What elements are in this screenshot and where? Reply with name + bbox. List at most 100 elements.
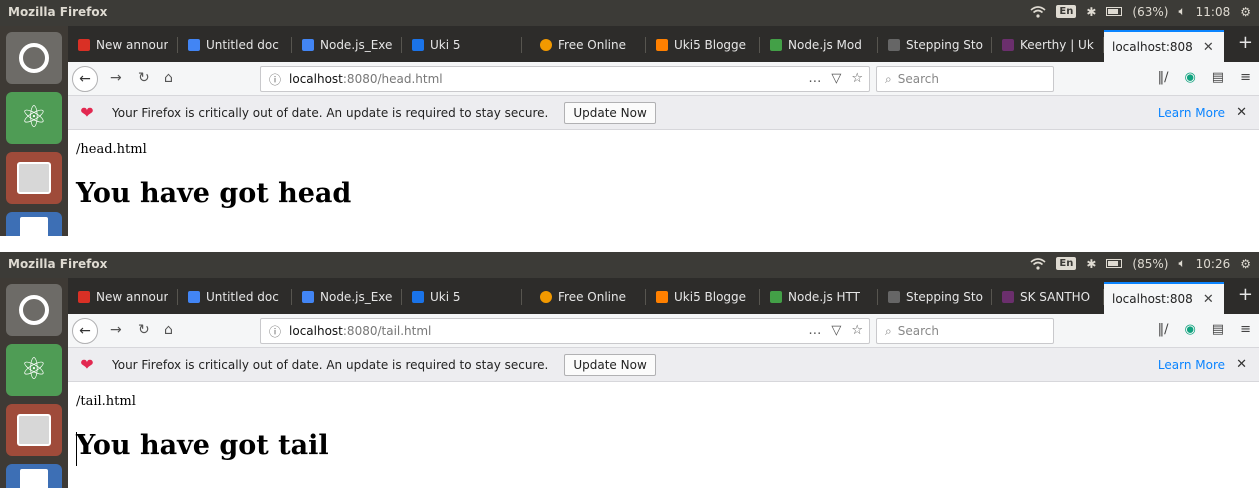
url-host: localhost (289, 324, 343, 338)
page-path-text: /head.html (76, 142, 147, 157)
tab-localhost-active[interactable]: localhost:808 ✕ (1104, 282, 1224, 314)
tab-localhost-active[interactable]: localhost:808 ✕ (1104, 30, 1224, 62)
hamburger-menu-icon[interactable]: ≡ (1240, 322, 1251, 337)
url-path: :8080/head.html (342, 72, 443, 86)
page-content: /head.html You have got head (68, 130, 1259, 236)
close-notification-icon[interactable]: ✕ (1236, 357, 1247, 372)
url-bar[interactable]: ⓘ localhost:8080/tail.html … ▽ ☆ (260, 318, 870, 344)
battery-icon[interactable] (1106, 7, 1123, 16)
docs-icon (188, 291, 200, 303)
tab-gmail[interactable]: New annour (70, 282, 178, 312)
search-input[interactable]: ⌕ Search (876, 318, 1054, 344)
tab-uki5-blogger[interactable]: Uki5 Blogge (648, 30, 760, 60)
unity-launcher: ⚛ (0, 278, 68, 488)
close-tab-icon[interactable]: ✕ (1203, 292, 1214, 307)
learn-more-link[interactable]: Learn More (1158, 358, 1225, 372)
bluetooth-icon[interactable]: ✱ (1086, 257, 1096, 271)
tab-strip: New annour Untitled doc Node.js_Exe Uki … (68, 26, 1259, 62)
tab-untitled-doc[interactable]: Untitled doc (180, 30, 292, 60)
settings-gear-icon[interactable]: ⚙ (1240, 5, 1251, 19)
tab-uki5[interactable]: Uki 5 (404, 282, 522, 312)
nav-bar: ← → ↻ ⌂ ⓘ localhost:8080/head.html … ▽ ☆… (68, 62, 1259, 96)
back-arrow-icon[interactable]: ← (72, 318, 98, 344)
new-tab-plus-icon[interactable]: + (1238, 284, 1253, 305)
separator-gap (0, 236, 1259, 252)
clock[interactable]: 11:08 (1196, 5, 1231, 19)
wifi-icon[interactable] (1030, 257, 1046, 270)
close-tab-icon[interactable]: ✕ (1203, 40, 1214, 55)
update-now-button[interactable]: Update Now (564, 101, 656, 124)
new-tab-plus-icon[interactable]: + (1238, 32, 1253, 53)
search-placeholder: Search (897, 72, 939, 86)
forward-arrow-icon[interactable]: → (110, 70, 122, 86)
learn-more-link[interactable]: Learn More (1158, 106, 1225, 120)
orange-icon (540, 291, 552, 303)
launcher-files-button[interactable] (6, 152, 62, 204)
search-input[interactable]: ⌕ Search (876, 66, 1054, 92)
tab-stepping-stones[interactable]: Stepping Sto (880, 30, 992, 60)
info-icon[interactable]: ⓘ (269, 323, 281, 340)
keyboard-layout-indicator[interactable]: En (1056, 257, 1077, 270)
hamburger-menu-icon[interactable]: ≡ (1240, 70, 1251, 85)
settings-gear-icon[interactable]: ⚙ (1240, 257, 1251, 271)
home-icon[interactable]: ⌂ (164, 70, 173, 86)
back-arrow-icon[interactable]: ← (72, 66, 98, 92)
tab-slack[interactable]: Keerthy | Uk (994, 30, 1104, 60)
volume-icon[interactable]: 🔈︎ (1178, 4, 1185, 19)
pocket-icon[interactable]: ▽ (831, 323, 841, 338)
tab-free-online[interactable]: Free Online (532, 30, 646, 60)
page-actions-ellipsis-icon[interactable]: … (808, 323, 821, 338)
page-actions-ellipsis-icon[interactable]: … (808, 71, 821, 86)
page-heading: You have got head (76, 178, 352, 209)
tab-nodejs-http[interactable]: Node.js HTT (762, 282, 878, 312)
close-notification-icon[interactable]: ✕ (1236, 105, 1247, 120)
keyboard-layout-indicator[interactable]: En (1056, 5, 1077, 18)
tab-uki5-blogger[interactable]: Uki5 Blogge (648, 282, 760, 312)
bluetooth-icon[interactable]: ✱ (1086, 5, 1096, 19)
gmail-icon (78, 39, 90, 51)
launcher-home-button[interactable] (6, 284, 62, 336)
bookmark-star-icon[interactable]: ☆ (851, 71, 863, 86)
unity-launcher: ⚛ (0, 26, 68, 236)
grammarly-icon[interactable]: ◉ (1184, 70, 1195, 85)
blogger-icon (656, 291, 668, 303)
sidebar-icon[interactable]: ▤ (1212, 70, 1224, 85)
library-icon[interactable]: ‖∕ (1158, 322, 1169, 337)
launcher-atom-button[interactable]: ⚛ (6, 344, 62, 396)
tab-gmail[interactable]: New annour (70, 30, 178, 60)
battery-icon[interactable] (1106, 259, 1123, 268)
sidebar-icon[interactable]: ▤ (1212, 322, 1224, 337)
wifi-icon[interactable] (1030, 5, 1046, 18)
tab-uki5[interactable]: Uki 5 (404, 30, 522, 60)
window-title: Mozilla Firefox (8, 5, 108, 19)
reload-icon[interactable]: ↻ (138, 70, 150, 86)
tab-free-online[interactable]: Free Online (532, 282, 646, 312)
volume-icon[interactable]: 🔈︎ (1178, 256, 1185, 271)
grammarly-icon[interactable]: ◉ (1184, 322, 1195, 337)
launcher-files-button[interactable] (6, 404, 62, 456)
update-now-button[interactable]: Update Now (564, 353, 656, 376)
pocket-icon[interactable]: ▽ (831, 71, 841, 86)
forward-arrow-icon[interactable]: → (110, 322, 122, 338)
launcher-document-button[interactable] (6, 212, 62, 236)
tab-stepping-stones[interactable]: Stepping Sto (880, 282, 992, 312)
reload-icon[interactable]: ↻ (138, 322, 150, 338)
classroom-icon (412, 39, 424, 51)
launcher-document-button[interactable] (6, 464, 62, 488)
url-bar[interactable]: ⓘ localhost:8080/head.html … ▽ ☆ (260, 66, 870, 92)
tab-untitled-doc[interactable]: Untitled doc (180, 282, 292, 312)
tab-nodejs-exe[interactable]: Node.js_Exe (294, 30, 402, 60)
battery-percent: (85%) (1132, 256, 1169, 271)
bookmark-star-icon[interactable]: ☆ (851, 323, 863, 338)
tab-nodejs-exe[interactable]: Node.js_Exe (294, 282, 402, 312)
library-icon[interactable]: ‖∕ (1158, 70, 1169, 85)
tab-strip: New annour Untitled doc Node.js_Exe Uki … (68, 278, 1259, 314)
blogger-icon (656, 39, 668, 51)
launcher-home-button[interactable] (6, 32, 62, 84)
launcher-atom-button[interactable]: ⚛ (6, 92, 62, 144)
home-icon[interactable]: ⌂ (164, 322, 173, 338)
tab-slack[interactable]: SK SANTHO (994, 282, 1104, 312)
tab-nodejs-mod[interactable]: Node.js Mod (762, 30, 878, 60)
info-icon[interactable]: ⓘ (269, 71, 281, 88)
clock[interactable]: 10:26 (1196, 257, 1231, 271)
